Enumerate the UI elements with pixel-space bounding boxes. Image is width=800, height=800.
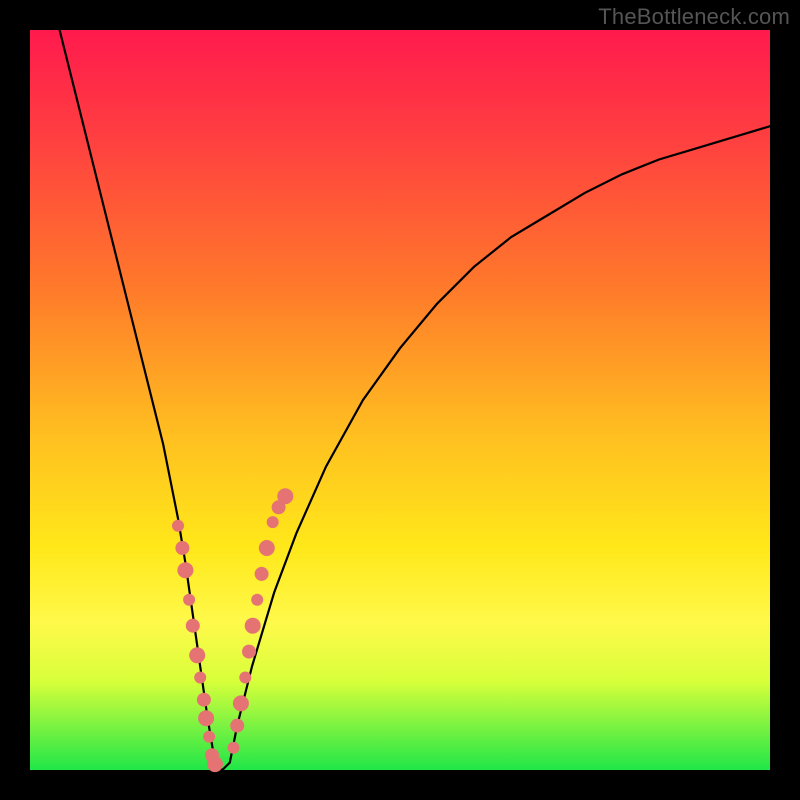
chart-frame: TheBottleneck.com <box>0 0 800 800</box>
watermark-text: TheBottleneck.com <box>598 4 790 30</box>
plot-area <box>30 30 770 770</box>
